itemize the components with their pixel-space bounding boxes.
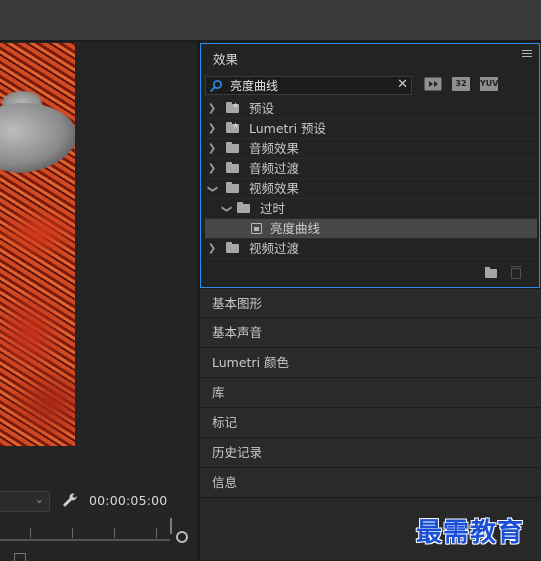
tree-item-video-transitions[interactable]: ❯ 视频过渡	[205, 239, 537, 259]
panel-lumetri-color[interactable]: Lumetri 颜色	[200, 348, 541, 378]
tree-item-audio-effects[interactable]: ❯ 音频效果	[205, 139, 537, 159]
effect-icon	[251, 223, 262, 234]
preset-folder-icon	[226, 116, 239, 136]
clear-search-icon[interactable]: ✕	[397, 77, 408, 92]
effects-panel: 效果 ✕ 32 YUV ❯ 预设 ❯ Lumetri 预设 ❯ 音频效果	[200, 43, 540, 288]
32-bit-color-badge[interactable]: 32	[452, 77, 470, 91]
video-preview[interactable]	[0, 43, 75, 446]
tree-item-obsolete[interactable]: ❯ 过时	[205, 199, 537, 219]
chevron-down-icon: ⌄	[34, 493, 44, 506]
panel-info[interactable]: 信息	[200, 468, 541, 498]
tree-item-label: 视频过渡	[249, 241, 300, 256]
search-input[interactable]	[230, 77, 390, 94]
tree-item-label: 音频过渡	[249, 161, 300, 176]
folder-icon	[226, 242, 239, 253]
ruler-tick	[156, 528, 157, 538]
ruler-tick	[30, 528, 31, 538]
chevron-down-icon[interactable]: ❯	[202, 184, 222, 194]
collapsed-panels: 基本图形 基本声音 Lumetri 颜色 库 标记 历史记录 信息	[200, 288, 541, 498]
chevron-right-icon[interactable]: ❯	[207, 239, 217, 259]
chevron-right-icon[interactable]: ❯	[207, 139, 217, 159]
playhead-timecode[interactable]: 00:00:05:00	[89, 493, 167, 508]
accelerated-effects-icon[interactable]	[424, 77, 442, 91]
folder-icon	[226, 182, 239, 193]
chevron-right-icon[interactable]: ❯	[207, 119, 217, 139]
zoom-level-select[interactable]: ⌄	[0, 491, 50, 512]
panel-markers[interactable]: 标记	[200, 408, 541, 438]
trash-icon[interactable]	[510, 266, 522, 279]
wrench-icon[interactable]	[62, 492, 78, 508]
folder-icon	[226, 162, 239, 173]
watermark-text: 最需教育	[416, 518, 525, 548]
ruler-track	[0, 539, 170, 541]
search-icon	[209, 79, 223, 93]
yuv-effects-badge[interactable]: YUV	[480, 77, 498, 91]
tree-item-presets[interactable]: ❯ 预设	[205, 96, 537, 119]
top-bar	[0, 0, 541, 40]
video-plate-region	[0, 103, 75, 173]
folder-icon	[226, 142, 239, 153]
chevron-down-icon[interactable]: ❯	[216, 204, 236, 214]
tree-item-video-effects[interactable]: ❯ 视频效果	[205, 179, 537, 199]
panel-essential-graphics[interactable]: 基本图形	[200, 288, 541, 318]
ruler-tick	[72, 528, 73, 538]
preset-folder-icon	[226, 96, 239, 116]
effects-search-box: ✕	[205, 76, 412, 95]
chevron-right-icon[interactable]: ❯	[207, 99, 217, 119]
effects-panel-title[interactable]: 效果	[213, 49, 238, 68]
tree-item-label: 视频效果	[249, 181, 300, 196]
chevron-right-icon[interactable]: ❯	[207, 159, 217, 179]
tree-item-label: 预设	[249, 101, 275, 116]
panel-essential-sound[interactable]: 基本声音	[200, 318, 541, 348]
tree-item-audio-transitions[interactable]: ❯ 音频过渡	[205, 159, 537, 179]
time-ruler[interactable]	[0, 520, 180, 541]
new-custom-bin-icon[interactable]	[485, 267, 497, 278]
panel-history[interactable]: 历史记录	[200, 438, 541, 468]
ruler-end-marker	[170, 518, 172, 534]
ruler-tick	[114, 528, 115, 538]
panel-libraries[interactable]: 库	[200, 378, 541, 408]
zoom-handle[interactable]	[176, 531, 188, 543]
tree-item-lumetri-presets[interactable]: ❯ Lumetri 预设	[205, 116, 537, 139]
effects-tree: ❯ 预设 ❯ Lumetri 预设 ❯ 音频效果 ❯ 音频过渡 ❯ 视频效果 ❯…	[205, 96, 537, 259]
tree-item-label: 亮度曲线	[270, 221, 321, 236]
tree-item-label: Lumetri 预设	[249, 121, 327, 136]
tree-item-label: 过时	[260, 201, 286, 216]
tree-item-label: 音频效果	[249, 141, 300, 156]
tree-item-luma-curve[interactable]: 亮度曲线	[205, 219, 537, 239]
folder-icon	[237, 202, 250, 213]
panel-menu-icon[interactable]	[522, 50, 532, 60]
